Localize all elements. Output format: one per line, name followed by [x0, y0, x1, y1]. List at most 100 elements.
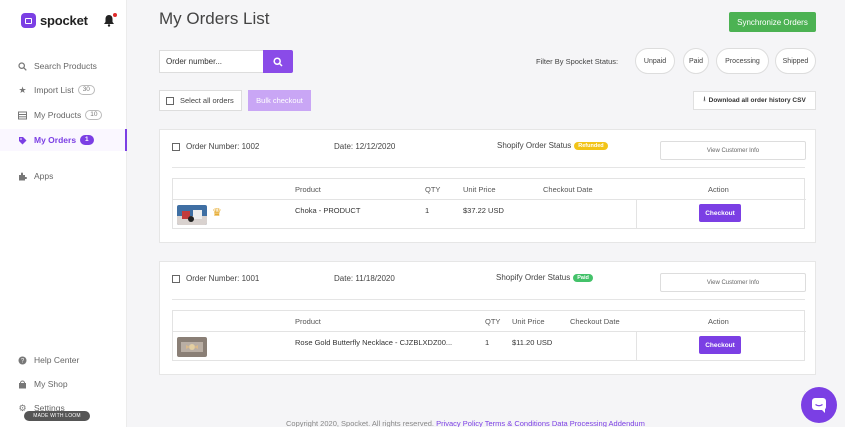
- shopify-order-status: Shopify Order Status Refunded: [497, 141, 608, 150]
- select-all-label: Select all orders: [180, 96, 234, 105]
- order-date: Date: 11/18/2020: [334, 274, 395, 283]
- product-name: Choka - PRODUCT: [295, 206, 361, 215]
- search-icon: [18, 61, 27, 71]
- search-button[interactable]: [263, 50, 293, 73]
- footer: Copyright 2020, Spocket. All rights rese…: [286, 419, 645, 427]
- product-qty: 1: [425, 206, 430, 215]
- divider: [636, 332, 637, 361]
- filter-processing-button[interactable]: Processing: [716, 48, 769, 74]
- column-header-checkout-date: Checkout Date: [543, 185, 593, 194]
- chat-icon: [812, 398, 826, 413]
- list-icon: [18, 111, 27, 120]
- product-name: Rose Gold Butterfly Necklace - CJZBLXDZ0…: [295, 338, 453, 347]
- select-all-orders[interactable]: Select all orders: [159, 90, 242, 111]
- sidebar-item-label: Help Center: [34, 355, 80, 365]
- column-header-action: Action: [708, 317, 729, 326]
- bulk-checkout-button[interactable]: Bulk checkout: [248, 90, 311, 111]
- order-checkbox[interactable]: [172, 142, 180, 151]
- spocket-logo[interactable]: spocket: [21, 13, 88, 28]
- product-qty: 1: [485, 338, 490, 347]
- product-thumbnail[interactable]: [177, 337, 207, 357]
- terms-link[interactable]: Terms & Conditions: [485, 419, 550, 427]
- notification-dot: [113, 13, 117, 17]
- download-csv-label: Download all order history CSV: [708, 97, 806, 104]
- download-csv-button[interactable]: ⭳ Download all order history CSV: [693, 91, 816, 110]
- download-icon: ⭳: [703, 96, 706, 103]
- column-header-unit-price: Unit Price: [512, 317, 545, 326]
- filter-unpaid-button[interactable]: Unpaid: [635, 48, 675, 74]
- shopify-order-status: Shopify Order Status Paid: [496, 273, 593, 282]
- import-count-badge: 30: [77, 85, 95, 95]
- copyright-text: Copyright 2020, Spocket. All rights rese…: [286, 419, 434, 427]
- loom-watermark: MADE WITH LOOM: [24, 411, 90, 421]
- column-header-action: Action: [708, 185, 729, 194]
- view-customer-info-button[interactable]: View Customer Info: [660, 141, 806, 160]
- divider: [172, 167, 805, 168]
- view-customer-info-button[interactable]: View Customer Info: [660, 273, 806, 292]
- tag-icon: [18, 136, 27, 145]
- filter-shipped-button[interactable]: Shipped: [775, 48, 816, 74]
- page-title: My Orders List: [159, 9, 270, 28]
- sidebar-item-label: Import List: [34, 85, 74, 95]
- divider: [636, 200, 637, 229]
- divider: [172, 299, 805, 300]
- filter-label: Filter By Spocket Status:: [536, 57, 619, 66]
- column-header-checkout-date: Checkout Date: [570, 317, 620, 326]
- order-number: Order Number: 1001: [172, 274, 259, 283]
- notification-bell-icon[interactable]: [103, 13, 117, 27]
- loom-watermark-text: MADE WITH LOOM: [33, 413, 81, 419]
- shop-icon: [18, 380, 27, 389]
- column-header-unit-price: Unit Price: [463, 185, 496, 194]
- sidebar-item-my-products[interactable]: My Products 10: [0, 104, 127, 126]
- brand-name: spocket: [40, 13, 88, 28]
- order-items-table: Product QTY Unit Price Checkout Date Act…: [172, 310, 806, 361]
- sidebar-item-my-orders[interactable]: My Orders 1: [0, 129, 127, 151]
- sidebar-item-label: My Products: [34, 110, 82, 120]
- products-count-badge: 10: [85, 110, 103, 120]
- product-thumbnail[interactable]: [177, 205, 207, 225]
- sidebar-item-label: Apps: [34, 171, 54, 181]
- status-badge: Refunded: [574, 141, 608, 150]
- privacy-policy-link[interactable]: Privacy Policy: [436, 419, 483, 427]
- unit-price: $11.20 USD: [512, 338, 553, 347]
- sidebar-item-apps[interactable]: Apps: [0, 165, 127, 187]
- checkout-button[interactable]: Checkout: [699, 204, 741, 222]
- sidebar: spocket Search Products ★ Import List 30…: [0, 0, 127, 427]
- sidebar-item-label: My Shop: [34, 379, 68, 389]
- column-header-qty: QTY: [425, 185, 441, 194]
- order-number-label: Order Number: 1001: [186, 274, 260, 283]
- order-checkbox[interactable]: [172, 274, 180, 283]
- shopify-status-label: Shopify Order Status: [497, 141, 572, 150]
- sidebar-item-search-products[interactable]: Search Products: [0, 55, 127, 77]
- sidebar-item-help-center[interactable]: ? Help Center: [0, 349, 127, 371]
- select-all-checkbox[interactable]: [166, 96, 174, 105]
- table-header: Product QTY Unit Price Checkout Date Act…: [173, 179, 806, 200]
- help-icon: ?: [18, 356, 27, 365]
- data-processing-link[interactable]: Data Processing Addendum: [552, 419, 645, 427]
- crown-icon: ♛: [212, 207, 222, 219]
- sidebar-item-my-shop[interactable]: My Shop: [0, 373, 127, 395]
- orders-count-badge: 1: [80, 135, 94, 145]
- status-badge: Paid: [573, 273, 593, 282]
- synchronize-orders-button[interactable]: Synchronize Orders: [729, 12, 816, 32]
- column-header-product: Product: [295, 317, 321, 326]
- column-header-product: Product: [295, 185, 321, 194]
- star-icon: ★: [18, 84, 27, 95]
- unit-price: $37.22 USD: [463, 206, 504, 215]
- order-date: Date: 12/12/2020: [334, 142, 396, 151]
- order-number-input[interactable]: [159, 50, 263, 73]
- sidebar-item-import-list[interactable]: ★ Import List 30: [0, 79, 127, 101]
- order-card-header: Order Number: 1002 Date: 12/12/2020 Shop…: [160, 130, 817, 166]
- sidebar-item-label: Search Products: [34, 61, 97, 71]
- order-search: [159, 50, 293, 73]
- table-header: Product QTY Unit Price Checkout Date Act…: [173, 311, 806, 332]
- spocket-logo-icon: [21, 13, 36, 28]
- shopify-status-label: Shopify Order Status: [496, 273, 571, 282]
- order-card-header: Order Number: 1001 Date: 11/18/2020 Shop…: [160, 262, 817, 298]
- order-number: Order Number: 1002: [172, 142, 259, 151]
- filter-paid-button[interactable]: Paid: [683, 48, 709, 74]
- order-card: Order Number: 1001 Date: 11/18/2020 Shop…: [159, 261, 816, 375]
- chat-launcher-button[interactable]: [801, 387, 837, 423]
- checkout-button[interactable]: Checkout: [699, 336, 741, 354]
- sidebar-item-label: My Orders: [34, 135, 77, 145]
